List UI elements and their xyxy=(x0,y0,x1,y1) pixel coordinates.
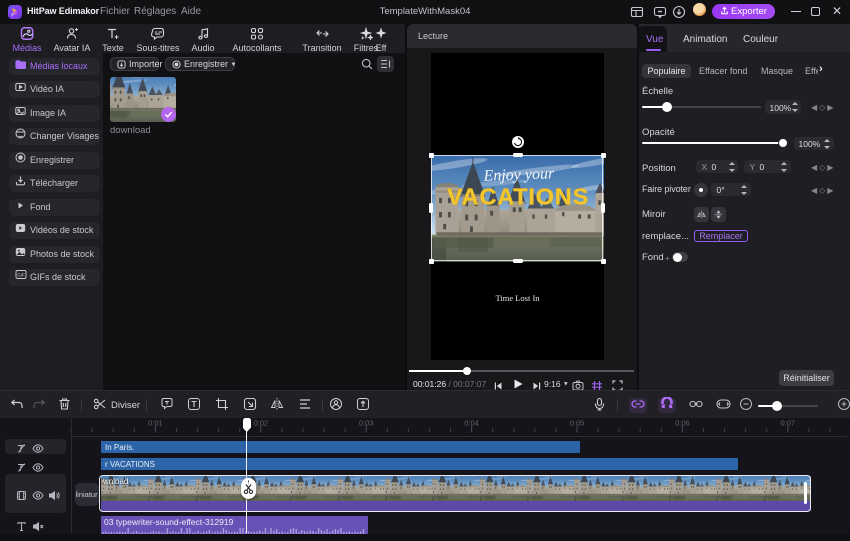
svg-text:0:01: 0:01 xyxy=(148,419,163,428)
svg-text:0:04: 0:04 xyxy=(464,419,479,428)
svg-text:0:02: 0:02 xyxy=(253,419,268,428)
svg-text:GIF: GIF xyxy=(17,273,25,278)
svg-text:0:07: 0:07 xyxy=(780,419,795,428)
svg-text:0:05: 0:05 xyxy=(570,419,585,428)
svg-text:0:03: 0:03 xyxy=(359,419,374,428)
svg-text:0:06: 0:06 xyxy=(675,419,690,428)
